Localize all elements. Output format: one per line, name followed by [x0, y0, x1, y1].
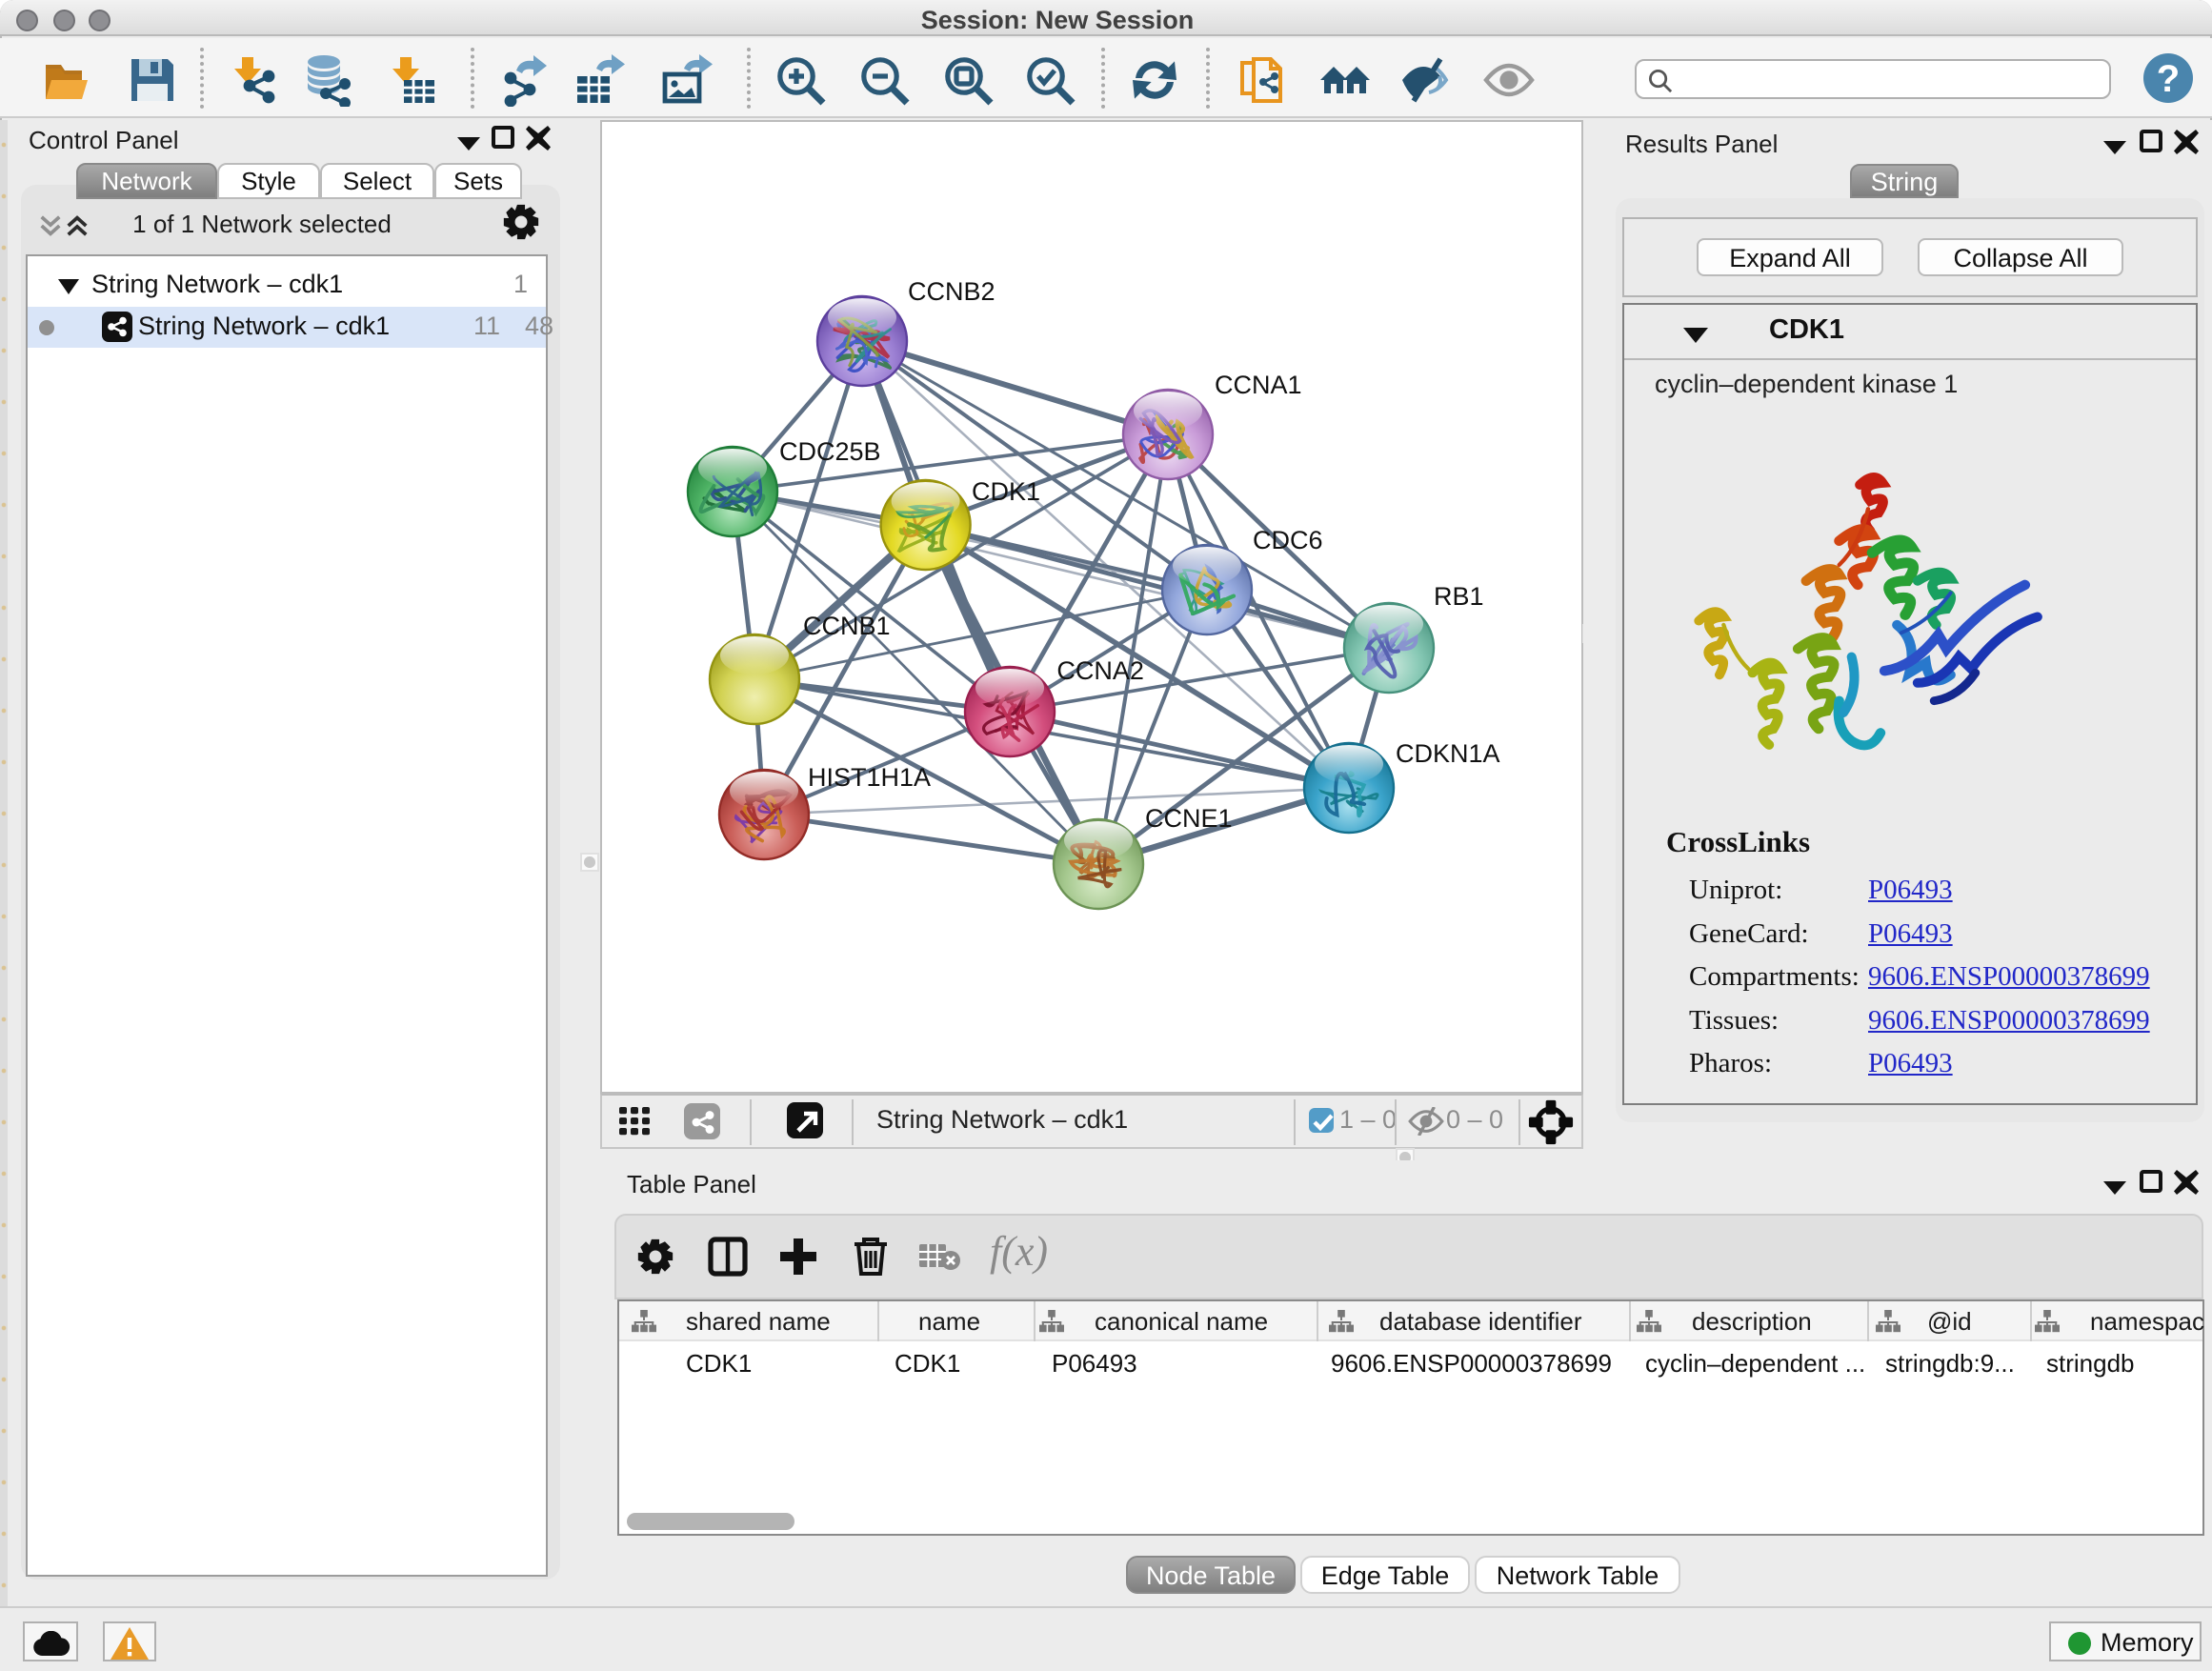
svg-text:HIST1H1A: HIST1H1A [808, 763, 931, 792]
svg-text:CCNE1: CCNE1 [1145, 804, 1233, 833]
svg-text:?: ? [2157, 58, 2180, 100]
svg-text:CDC25B: CDC25B [779, 437, 881, 466]
svg-text:RB1: RB1 [1434, 582, 1484, 611]
svg-text:CCNA1: CCNA1 [1215, 371, 1302, 399]
svg-text:CCNB1: CCNB1 [803, 612, 891, 640]
svg-text:CCNA2: CCNA2 [1056, 656, 1144, 685]
svg-text:CDC6: CDC6 [1253, 526, 1323, 554]
svg-text:CDK1: CDK1 [972, 477, 1040, 506]
svg-text:CDKN1A: CDKN1A [1396, 739, 1500, 768]
svg-text:CCNB2: CCNB2 [908, 277, 995, 306]
